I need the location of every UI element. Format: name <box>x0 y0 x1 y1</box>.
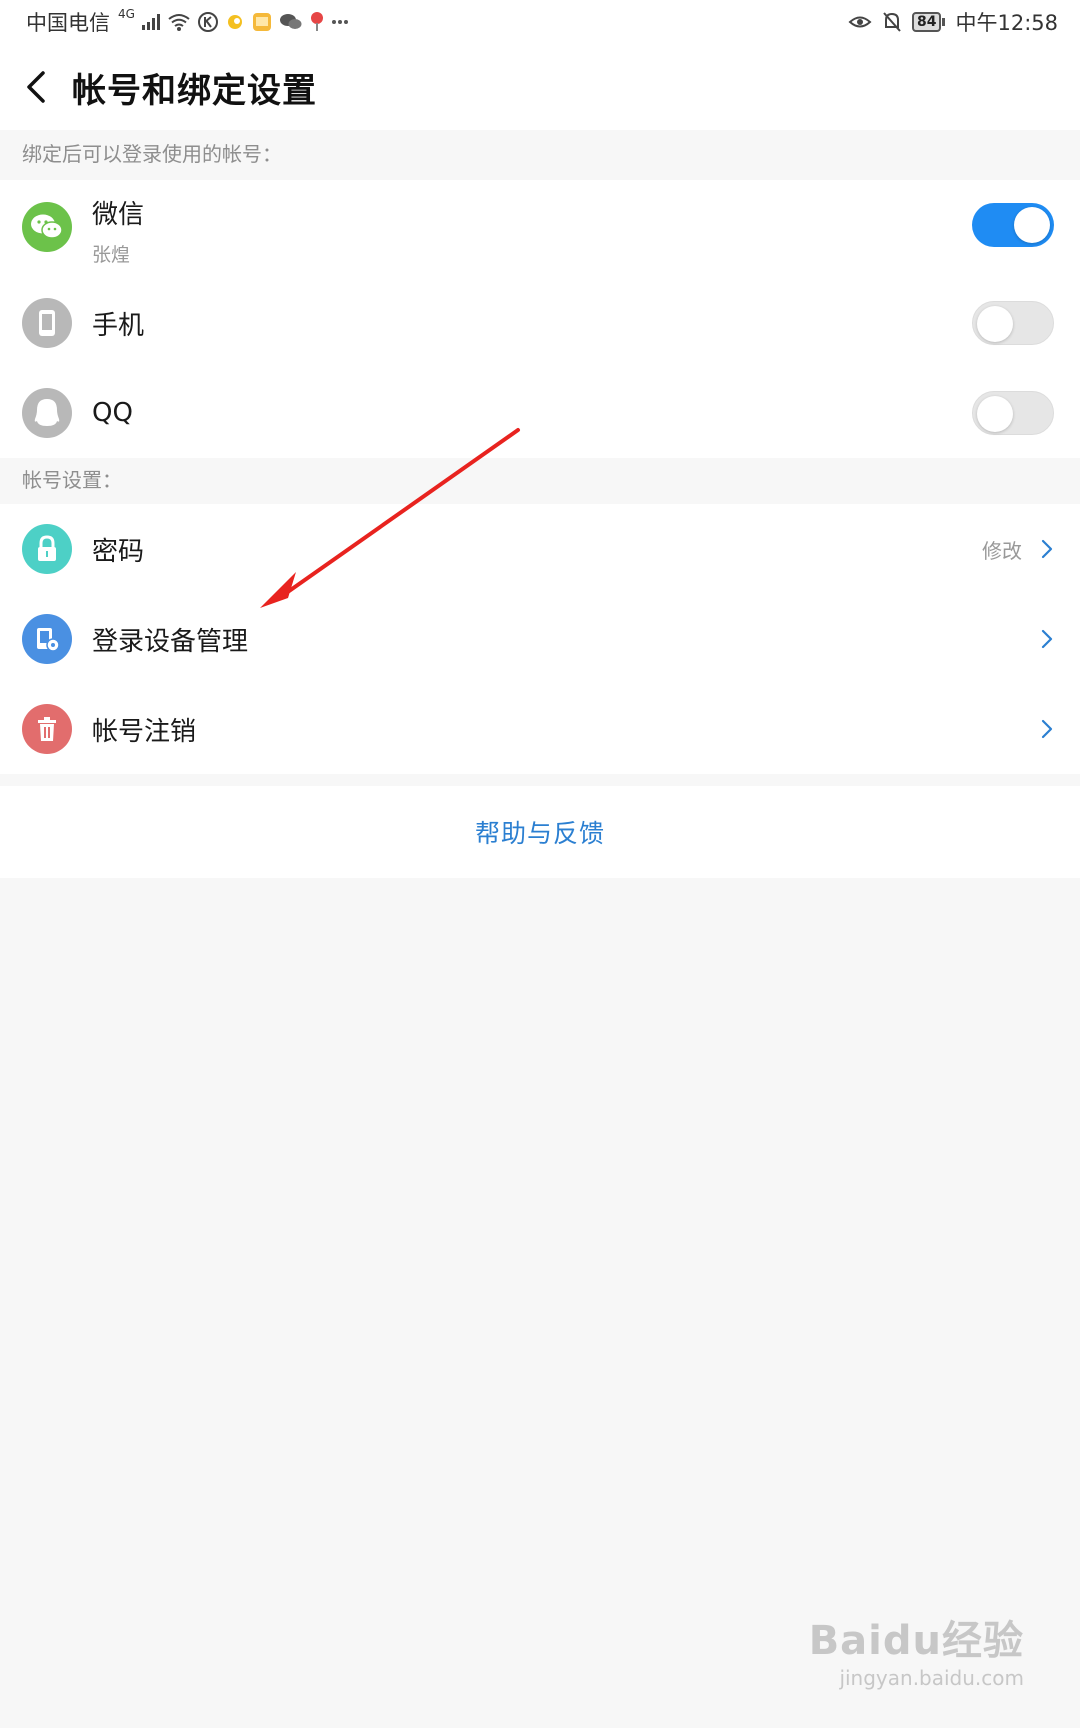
chevron-right-icon <box>1041 719 1053 739</box>
status-time: 中午12:58 <box>955 11 1058 35</box>
wechat-username: 张煌 <box>92 244 131 266</box>
watermark-url: jingyan.baidu.com <box>839 1666 1024 1690</box>
bind-accounts-list: 微信 张煌 手机 QQ <box>0 180 1080 458</box>
watermark: Baidu经验 jingyan.baidu.com <box>809 1608 1024 1690</box>
sun-app-icon <box>225 9 245 35</box>
phone-label: 手机 <box>92 310 145 341</box>
settings-row-account-cancel[interactable]: 帐号注销 <box>0 684 1080 774</box>
settings-row-device-management[interactable]: 登录设备管理 <box>0 594 1080 684</box>
phone-toggle[interactable] <box>972 301 1054 345</box>
qq-toggle[interactable] <box>972 391 1054 435</box>
watermark-logo: Baidu经验 <box>808 1618 1024 1664</box>
mute-bell-icon <box>882 9 902 35</box>
lock-icon <box>22 524 72 574</box>
device-management-label: 登录设备管理 <box>92 626 249 657</box>
bind-section-label: 绑定后可以登录使用的帐号： <box>22 142 282 166</box>
signal-icon <box>141 9 161 35</box>
wechat-label: 微信 <box>92 200 145 230</box>
network-type: 4G <box>118 7 135 21</box>
chevron-right-icon <box>1041 539 1053 559</box>
back-arrow-icon <box>27 71 45 103</box>
wifi-icon <box>167 9 191 35</box>
status-bar: 中国电信 4G 84 中午12:58 <box>0 0 1080 44</box>
carrier-name: 中国电信 <box>26 11 110 35</box>
k-app-icon <box>197 9 219 35</box>
help-feedback-button[interactable]: 帮助与反馈 <box>0 786 1080 878</box>
bind-row-qq: QQ <box>0 368 1080 458</box>
account-section-label: 帐号设置： <box>22 468 122 492</box>
back-button[interactable] <box>0 44 72 130</box>
wechat-notification-icon <box>279 9 303 35</box>
location-app-icon <box>309 9 325 35</box>
more-notifications-icon <box>331 9 349 35</box>
bind-row-wechat: 微信 张煌 <box>0 180 1080 278</box>
qq-label: QQ <box>92 398 133 428</box>
gallery-app-icon <box>251 9 273 35</box>
help-feedback-label: 帮助与反馈 <box>474 819 605 848</box>
account-cancel-label: 帐号注销 <box>92 716 197 747</box>
qq-icon <box>22 388 72 438</box>
password-modify-text: 修改 <box>982 538 1022 563</box>
eye-comfort-icon <box>848 9 872 35</box>
wechat-toggle[interactable] <box>972 203 1054 247</box>
trash-icon <box>22 704 72 754</box>
bind-row-phone: 手机 <box>0 278 1080 368</box>
chevron-right-icon <box>1041 629 1053 649</box>
page-title: 帐号和绑定设置 <box>72 70 317 111</box>
settings-row-password[interactable]: 密码 修改 <box>0 504 1080 594</box>
battery-icon: 84 <box>911 12 946 32</box>
app-header: 帐号和绑定设置 <box>0 44 1080 130</box>
account-settings-list: 密码 修改 登录设备管理 帐号注销 <box>0 504 1080 774</box>
password-label: 密码 <box>92 536 145 567</box>
battery-level: 84 <box>911 12 942 32</box>
device-manage-icon <box>22 614 72 664</box>
phone-icon <box>22 298 72 348</box>
wechat-icon <box>22 202 72 252</box>
